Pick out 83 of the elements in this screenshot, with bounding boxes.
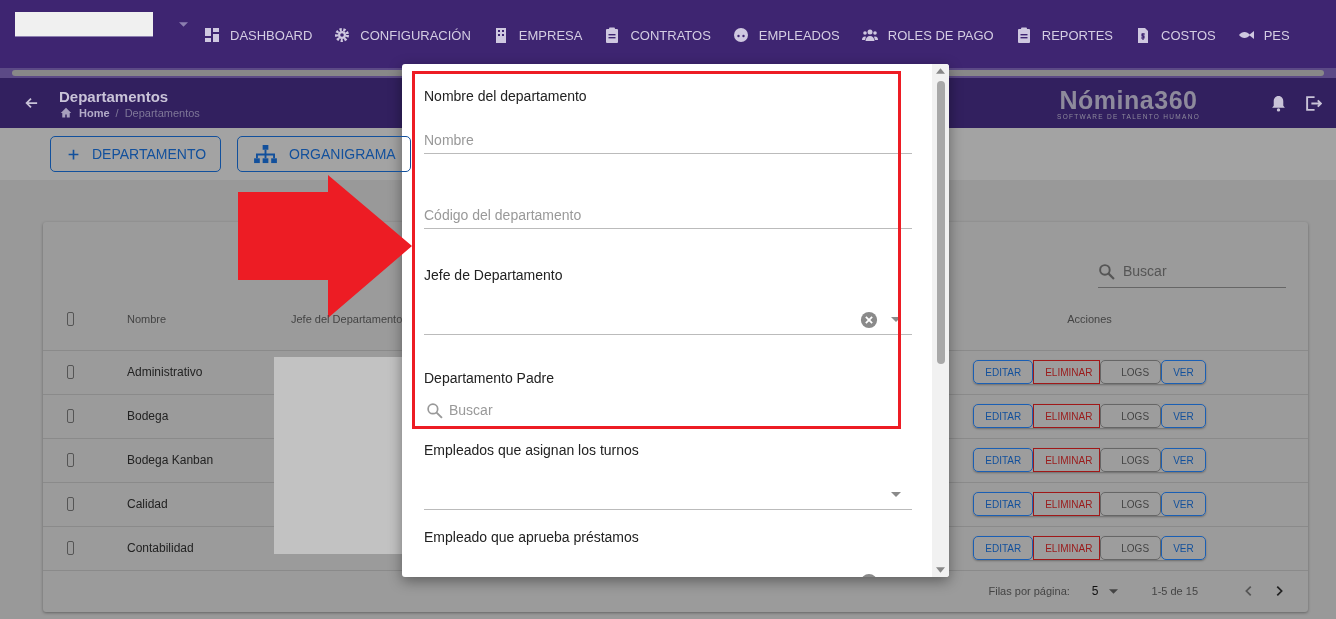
bell-icon[interactable]: [1270, 94, 1287, 112]
field-label: Empleados que asignan los turnos: [424, 441, 640, 460]
nav-item[interactable]: DASHBOARD: [204, 27, 313, 43]
people-icon: [861, 27, 878, 43]
clear-icon[interactable]: [860, 310, 878, 329]
logout-icon[interactable]: [1305, 94, 1322, 112]
table-cell: Bodega Kanban: [127, 453, 214, 468]
column-header: Nombre: [127, 312, 167, 325]
logs-button[interactable]: LOGS: [1100, 404, 1162, 429]
dashboard-icon: [204, 27, 220, 43]
page-title: Departamentos: [59, 87, 170, 105]
edit-button[interactable]: EDITAR: [973, 360, 1034, 385]
search-field[interactable]: Buscar: [449, 402, 749, 418]
delete-button[interactable]: ELIMINAR: [1033, 404, 1101, 429]
caret-icon: [891, 492, 901, 497]
view-button[interactable]: VER: [1161, 448, 1206, 473]
search-icon: [426, 401, 443, 419]
breadcrumb-link[interactable]: Home: [79, 106, 110, 119]
nav-item[interactable]: PES: [1237, 27, 1290, 43]
scroll-down-icon[interactable]: [936, 567, 945, 573]
nav-item[interactable]: COSTOS: [1135, 27, 1216, 43]
table-cell: Calidad: [127, 497, 168, 512]
clipboard-icon: [1015, 27, 1032, 43]
delete-button[interactable]: ELIMINAR: [1033, 360, 1101, 385]
breadcrumb-separator: /: [115, 106, 119, 119]
caret-icon: [891, 317, 901, 322]
vertical-scrollbar[interactable]: [932, 64, 949, 577]
nav-item[interactable]: ROLES DE PAGO: [861, 27, 994, 43]
field-label: Departamento Padre: [424, 369, 555, 388]
logs-button[interactable]: LOGS: [1100, 448, 1162, 473]
back-arrow-icon[interactable]: [24, 96, 38, 110]
add-department-button[interactable]: DEPARTAMENTO: [50, 136, 222, 172]
checkbox[interactable]: [67, 541, 74, 556]
face-icon: [732, 27, 749, 43]
caret-icon[interactable]: [179, 22, 188, 27]
view-button[interactable]: VER: [1161, 360, 1206, 385]
rows-per-page-select[interactable]: 5: [1091, 584, 1118, 599]
checkbox[interactable]: [67, 453, 74, 468]
edit-button[interactable]: EDITAR: [973, 536, 1034, 561]
page-range: 1-5 de 15: [1151, 585, 1198, 598]
delete-button[interactable]: ELIMINAR: [1033, 492, 1101, 517]
edit-button[interactable]: EDITAR: [973, 492, 1034, 517]
delete-button[interactable]: ELIMINAR: [1033, 448, 1101, 473]
gear-icon: [334, 27, 351, 43]
logs-button[interactable]: LOGS: [1100, 360, 1162, 385]
text-field[interactable]: Nombre: [424, 116, 912, 154]
column-header: Jefe del Departamento: [291, 312, 403, 325]
view-button[interactable]: VER: [1161, 492, 1206, 517]
table-cell: Bodega: [127, 409, 169, 424]
nav-item[interactable]: EMPRESA: [492, 27, 583, 43]
home-icon: [59, 106, 73, 119]
nav-item[interactable]: CONTRATOS: [604, 27, 711, 43]
breadcrumb-current: Departamentos: [124, 106, 200, 119]
delete-button[interactable]: ELIMINAR: [1033, 536, 1101, 561]
clipboard-icon: [604, 27, 621, 43]
checkbox[interactable]: [67, 365, 74, 380]
search-field[interactable]: Buscar: [1121, 262, 1275, 280]
view-button[interactable]: VER: [1161, 536, 1206, 561]
checkbox[interactable]: [67, 311, 74, 326]
nav-item[interactable]: CONFIGURACIÓN: [334, 27, 471, 43]
rows-per-page-label: Filas por página:: [988, 585, 1070, 598]
field-label: Jefe de Departamento: [424, 266, 564, 285]
column-header: Acciones: [1067, 312, 1112, 325]
plus-icon: [67, 147, 80, 161]
edit-button[interactable]: EDITAR: [973, 404, 1034, 429]
org-chart-button[interactable]: ORGANIGRAMA: [237, 136, 411, 172]
logs-button[interactable]: LOGS: [1100, 536, 1162, 561]
logs-button[interactable]: LOGS: [1100, 492, 1162, 517]
nav-item[interactable]: REPORTES: [1015, 27, 1114, 43]
logo-text: Nómina360: [1059, 86, 1198, 113]
checkbox[interactable]: [67, 497, 74, 512]
view-button[interactable]: VER: [1161, 404, 1206, 429]
field-label: Nombre del departamento: [424, 87, 588, 106]
field-label: Empleado que aprueba préstamos: [424, 528, 640, 547]
text-field[interactable]: Código del departamento: [424, 191, 912, 229]
edit-button[interactable]: EDITAR: [973, 448, 1034, 473]
search-icon: [1098, 262, 1115, 280]
nav-item[interactable]: EMPLEADOS: [732, 27, 840, 43]
table-cell: Contabilidad: [127, 541, 194, 556]
caret-icon: [1108, 588, 1118, 594]
checkbox[interactable]: [67, 409, 74, 424]
table-cell: Administrativo: [127, 365, 203, 380]
org-chart-icon: [254, 144, 278, 164]
